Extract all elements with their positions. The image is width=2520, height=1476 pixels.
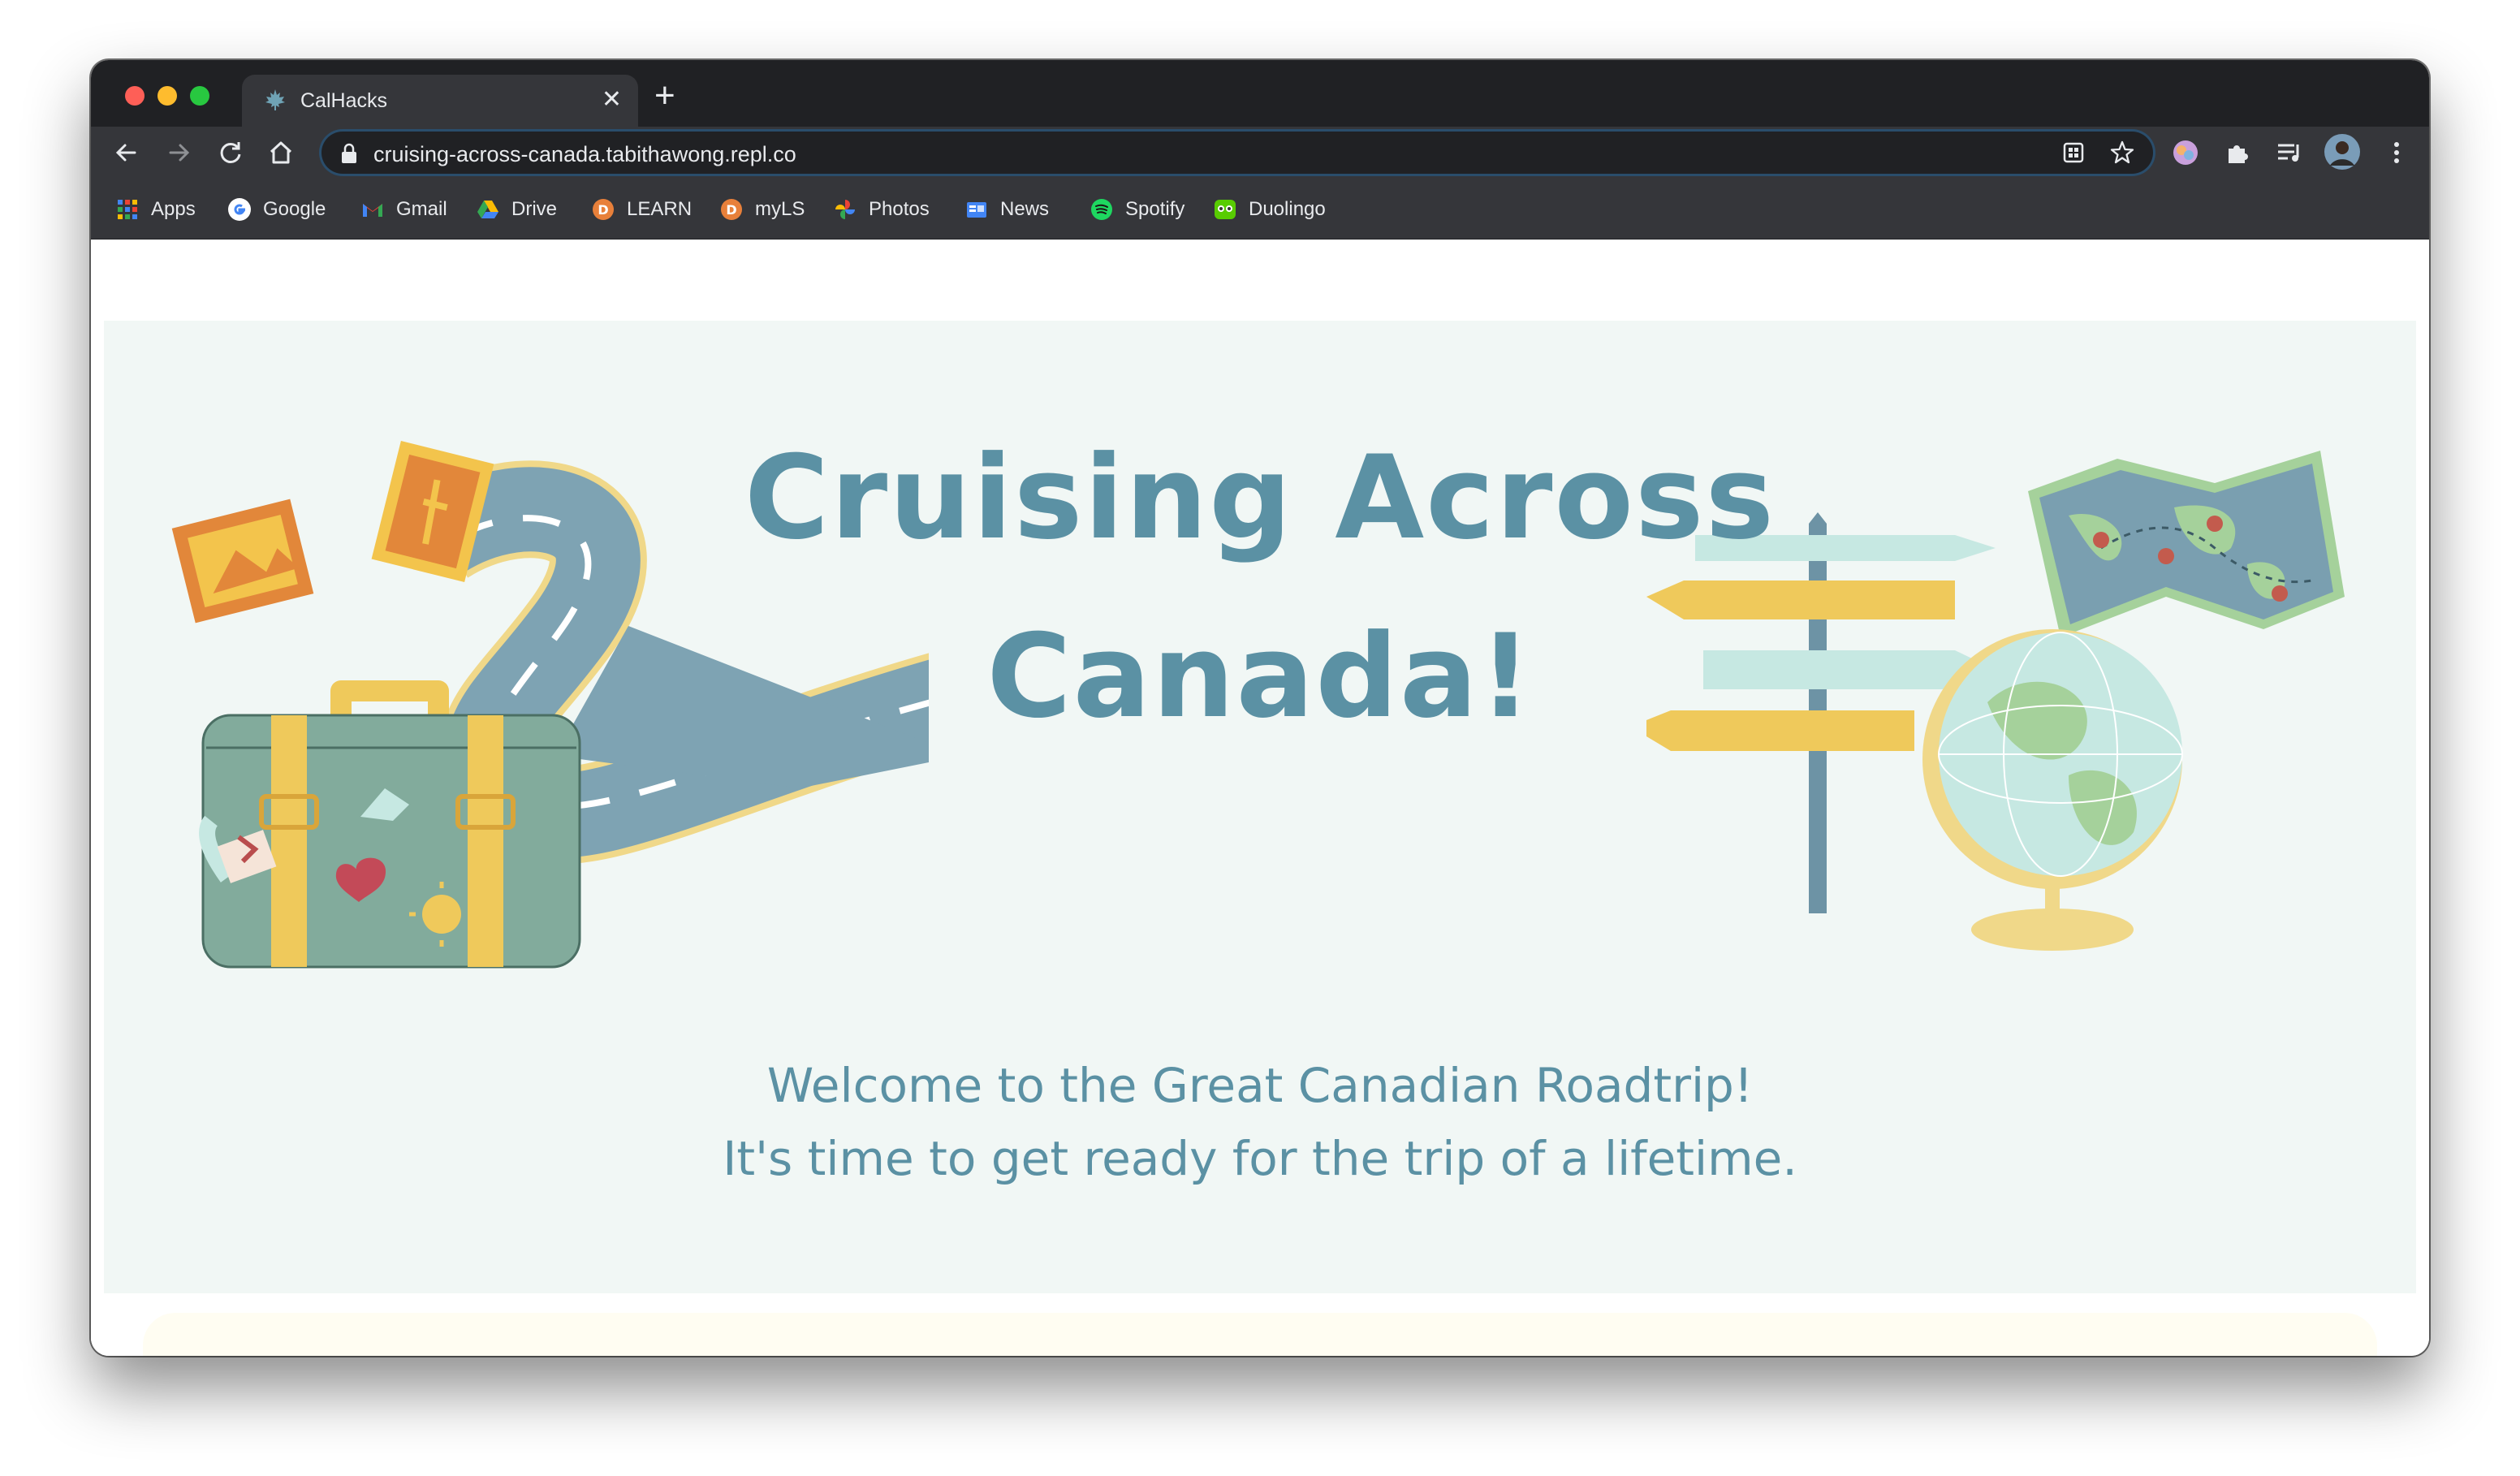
- toolbar: cruising-across-canada.tabithawong.repl.…: [91, 127, 2429, 179]
- back-icon[interactable]: [110, 136, 143, 169]
- news-icon: [967, 202, 986, 218]
- bookmark-gmail[interactable]: Gmail: [360, 196, 447, 222]
- more-menu-icon[interactable]: [2380, 136, 2413, 169]
- lock-icon: [342, 143, 356, 163]
- bookmark-learn[interactable]: D LEARN: [591, 196, 692, 222]
- bookmark-label: News: [1000, 198, 1050, 220]
- home-icon[interactable]: [265, 136, 297, 169]
- bookmark-label: Gmail: [396, 198, 447, 220]
- new-tab-button[interactable]: +: [654, 78, 675, 114]
- svg-text:D: D: [726, 202, 736, 218]
- tab-calhacks[interactable]: CalHacks ✕: [242, 75, 638, 127]
- forward-icon[interactable]: [162, 136, 195, 169]
- extensions-puzzle-icon[interactable]: [2221, 136, 2254, 169]
- page-title-line-1: Cruising Across: [744, 431, 1776, 565]
- close-tab-icon[interactable]: ✕: [602, 86, 622, 114]
- minimize-window-button[interactable]: [158, 86, 177, 106]
- page-title-line-2: Canada!: [986, 610, 1534, 744]
- browser-window: CalHacks ✕ + cruising-across-canada.tabi…: [91, 60, 2429, 1356]
- bookmark-label: Spotify: [1125, 198, 1185, 220]
- tab-strip: CalHacks ✕ +: [91, 60, 2429, 127]
- bookmark-label: Duolingo: [1249, 198, 1326, 220]
- page-content: Cruising Across Canada! Welcome to the G…: [91, 240, 2429, 1356]
- bookmark-label: myLS: [755, 198, 805, 220]
- bookmarks-bar: Apps Google Gmail Drive D LEARN D myLS P…: [91, 179, 2429, 240]
- bookmark-label: Apps: [151, 198, 196, 220]
- bookmark-star-icon[interactable]: [2109, 140, 2135, 166]
- bookmark-label: Google: [263, 198, 326, 220]
- tab-title: CalHacks: [300, 89, 387, 112]
- media-queue-icon[interactable]: [2273, 136, 2306, 169]
- bookmark-apps[interactable]: Apps: [115, 196, 196, 222]
- google-icon: [228, 198, 251, 221]
- svg-text:D: D: [598, 202, 608, 218]
- maple-leaf-icon: [265, 89, 285, 110]
- bookmark-label: Drive: [511, 198, 558, 220]
- bookmark-spotify[interactable]: Spotify: [1090, 196, 1184, 222]
- bookmark-drive[interactable]: Drive: [476, 196, 557, 222]
- bookmark-photos[interactable]: Photos: [833, 196, 930, 222]
- photos-icon: [835, 200, 855, 219]
- bookmark-myls[interactable]: D myLS: [719, 196, 805, 222]
- close-window-button[interactable]: [125, 86, 145, 106]
- learn-icon: D: [593, 199, 614, 220]
- profile-avatar[interactable]: [2324, 133, 2361, 170]
- maximize-window-button[interactable]: [190, 86, 209, 106]
- hero-section: Cruising Across Canada! Welcome to the G…: [104, 321, 2416, 1293]
- duolingo-icon: [1215, 200, 1236, 219]
- myls-icon: D: [721, 199, 742, 220]
- apps-grid-icon: [118, 200, 137, 219]
- bookmark-news[interactable]: News: [964, 196, 1049, 222]
- bookmark-google[interactable]: Google: [227, 196, 326, 222]
- reload-icon[interactable]: [214, 136, 247, 169]
- spotify-icon: [1091, 199, 1112, 220]
- tagline-subtitle: It's time to get ready for the trip of a…: [723, 1131, 1797, 1186]
- welcome-subtitle: Welcome to the Great Canadian Roadtrip!: [766, 1058, 1754, 1113]
- extension-color-icon[interactable]: [2169, 136, 2202, 169]
- gmail-icon: [363, 204, 382, 217]
- address-bar[interactable]: cruising-across-canada.tabithawong.repl.…: [321, 132, 2153, 174]
- next-section-card: [143, 1313, 2377, 1356]
- bookmark-duolingo[interactable]: Duolingo: [1213, 196, 1326, 222]
- bookmark-label: LEARN: [627, 198, 693, 220]
- bookmark-label: Photos: [869, 198, 930, 220]
- url-text: cruising-across-canada.tabithawong.repl.…: [373, 142, 796, 166]
- qr-code-icon[interactable]: [2062, 141, 2085, 164]
- drive-icon: [477, 201, 498, 218]
